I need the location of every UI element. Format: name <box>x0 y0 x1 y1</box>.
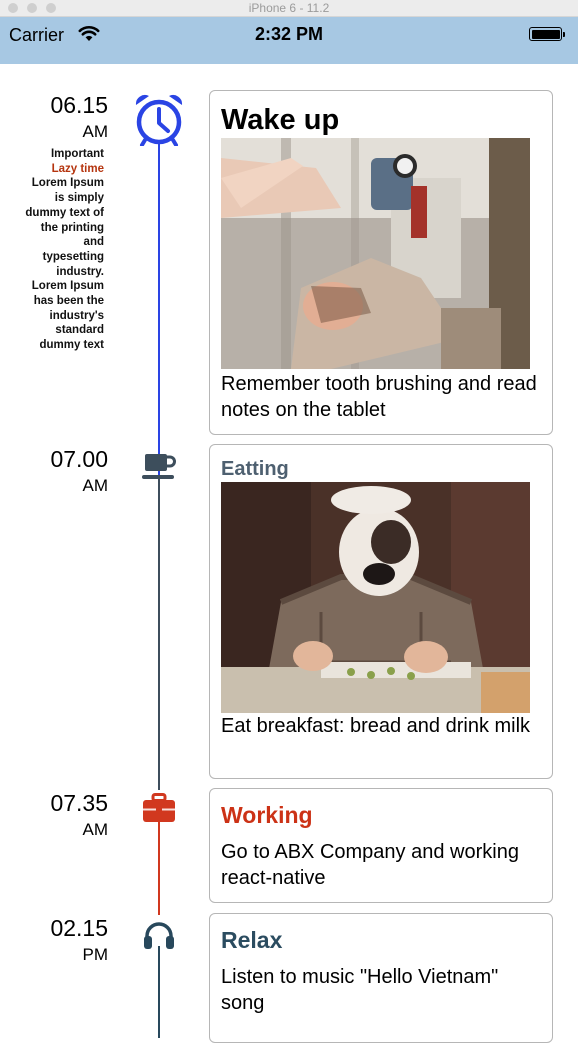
event-note: Important Lazy time Lorem Ipsum is simpl… <box>24 147 104 353</box>
event-period: AM <box>82 122 109 141</box>
briefcase-icon <box>143 793 175 822</box>
timeline-connector <box>158 821 160 915</box>
event-description: Listen to music "Hello Vietnam" song <box>221 966 499 1014</box>
note-highlight: Lazy time <box>51 162 104 175</box>
alarm-clock-icon <box>135 95 183 146</box>
battery-cap <box>563 32 565 37</box>
event-time: 02.15 <box>50 915 108 941</box>
event-description: Remember tooth brushing and read notes o… <box>221 373 537 421</box>
event-description: Eat breakfast: bread and drink milk <box>221 715 531 737</box>
timeline-list[interactable]: 06.15 AM Important Lazy time Lorem Ipsum… <box>0 64 578 1043</box>
battery-icon <box>529 27 562 41</box>
event-card[interactable]: Wake up Remember tooth brushing and read… <box>209 90 553 435</box>
event-title: Eatting <box>221 458 289 480</box>
event-period: PM <box>82 945 109 964</box>
event-card[interactable]: Eatting Eat breakfast: bread and drink m… <box>209 444 553 779</box>
timeline-connector <box>158 478 160 790</box>
event-photo <box>221 138 530 369</box>
event-photo <box>221 482 530 713</box>
coffee-cup-icon <box>142 454 176 479</box>
event-card[interactable]: Working Go to ABX Company and working re… <box>209 788 553 903</box>
event-card[interactable]: Relax Listen to music "Hello Vietnam" so… <box>209 913 553 1043</box>
event-title: Working <box>221 802 313 828</box>
timeline-connector <box>158 946 160 1038</box>
headphones-icon <box>144 922 174 949</box>
simulator-title-bar: iPhone 6 - 11.2 <box>0 0 578 17</box>
status-clock: 2:32 PM <box>254 24 324 44</box>
note-body: Lorem Ipsum is simply dummy text of the … <box>25 177 104 352</box>
event-title: Wake up <box>221 104 340 136</box>
event-title: Relax <box>221 927 283 953</box>
timeline-connector <box>158 142 160 497</box>
status-bar: Carrier 2:32 PM <box>0 17 578 64</box>
event-time: 07.00 <box>50 446 108 472</box>
note-heading: Important <box>50 148 104 160</box>
event-time: 07.35 <box>50 790 108 816</box>
event-time: 06.15 <box>50 92 108 118</box>
event-period: AM <box>82 820 109 839</box>
event-period: AM <box>82 476 109 495</box>
simulator-title: iPhone 6 - 11.2 <box>248 1 330 15</box>
event-description: Go to ABX Company and working react-nati… <box>221 841 519 889</box>
